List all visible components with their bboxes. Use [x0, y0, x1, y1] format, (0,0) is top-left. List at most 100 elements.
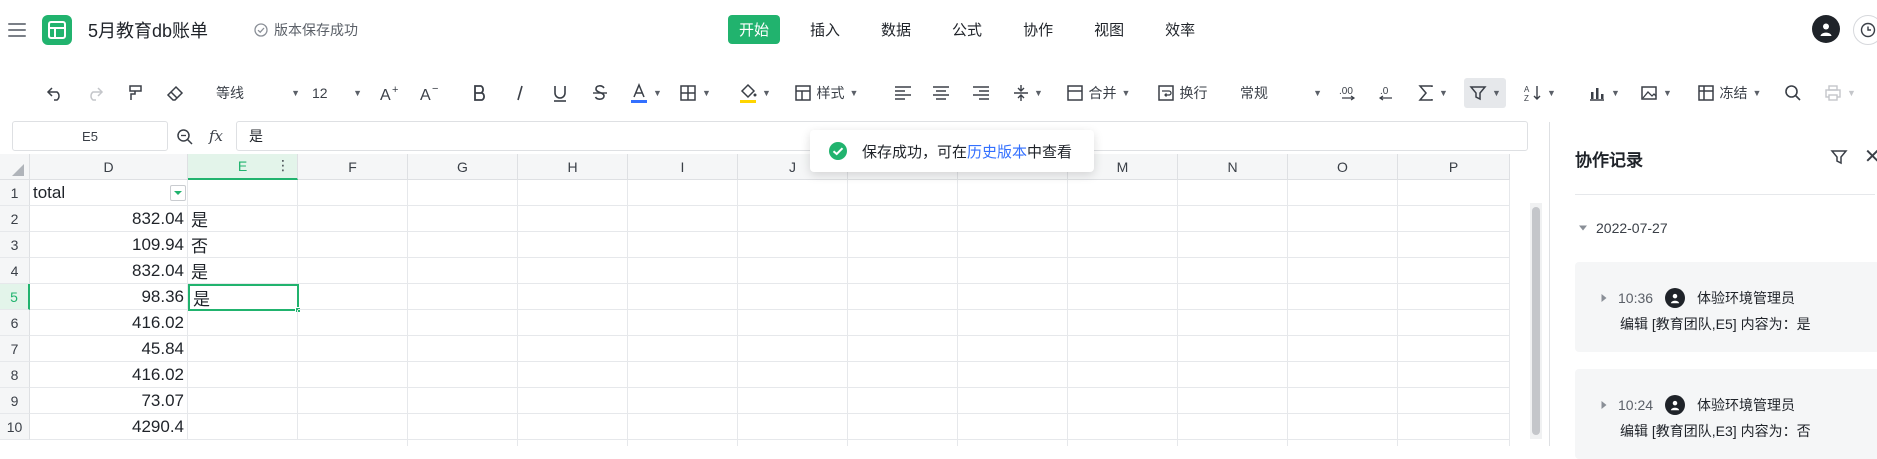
vertical-align-button[interactable]: ▼ — [1008, 78, 1048, 108]
column-header-F[interactable]: F — [298, 154, 408, 180]
column-header-P[interactable]: P — [1398, 154, 1510, 180]
history-button[interactable] — [1853, 15, 1877, 45]
align-center-button[interactable] — [930, 78, 952, 108]
column-header-E[interactable]: E ⋮ — [188, 154, 298, 180]
italic-button[interactable] — [510, 78, 530, 108]
row-header-2[interactable]: 2 — [0, 206, 30, 232]
record-item[interactable]: 10:36 体验环境管理员 编辑 [教育团队,E5] 内容为：是 — [1575, 262, 1877, 352]
increase-font-button[interactable]: A + — [378, 78, 402, 108]
row-header-6[interactable]: 6 — [0, 310, 30, 336]
align-right-button[interactable] — [970, 78, 992, 108]
tab-data[interactable]: 数据 — [870, 15, 922, 44]
decrease-font-button[interactable]: A − — [418, 78, 442, 108]
row-header-10[interactable]: 10 — [0, 414, 30, 440]
history-version-link[interactable]: 历史版本 — [967, 141, 1027, 162]
tab-view[interactable]: 视图 — [1083, 15, 1135, 44]
cell-D2[interactable]: 832.04 — [30, 206, 188, 232]
tab-formula[interactable]: 公式 — [941, 15, 993, 44]
record-description: 编辑 [教育团队,E5] 内容为：是 — [1620, 316, 1811, 332]
chart-button[interactable]: ▼ — [1584, 78, 1624, 108]
row-header-3[interactable]: 3 — [0, 232, 30, 258]
sheet-app-icon[interactable] — [42, 15, 72, 45]
column-header-D[interactable]: D — [30, 154, 188, 180]
row-header-1[interactable]: 1 — [0, 180, 30, 206]
cell-style-button[interactable]: 样式 ▼ — [790, 78, 862, 108]
cell-D1[interactable]: total — [30, 180, 188, 206]
chevron-down-icon: ▼ — [702, 88, 711, 98]
column-header-N[interactable]: N — [1178, 154, 1288, 180]
column-header-O[interactable]: O — [1288, 154, 1398, 180]
decrease-decimal-button[interactable]: .0 — [1374, 78, 1398, 108]
tab-collaborate[interactable]: 协作 — [1012, 15, 1064, 44]
cell-D7[interactable]: 45.84 — [30, 336, 188, 362]
format-painter-button[interactable] — [124, 78, 146, 108]
increase-decimal-button[interactable]: .00 — [1336, 78, 1360, 108]
cell-name-box[interactable]: E5 — [12, 121, 168, 151]
cell-E5-selected[interactable]: 是 — [188, 284, 299, 311]
menu-icon[interactable] — [8, 23, 26, 37]
cell-D3[interactable]: 109.94 — [30, 232, 188, 258]
cell-D4[interactable]: 832.04 — [30, 258, 188, 284]
formula-zoom-button[interactable] — [176, 128, 194, 151]
user-avatar[interactable] — [1812, 15, 1840, 43]
strikethrough-button[interactable] — [590, 78, 610, 108]
border-button[interactable]: ▼ — [676, 78, 714, 108]
align-left-button[interactable] — [892, 78, 914, 108]
number-format-select[interactable]: 常规 ▼ — [1240, 78, 1322, 108]
cell-E8[interactable] — [188, 362, 298, 388]
cell-E4[interactable]: 是 — [188, 258, 298, 284]
vertical-scrollbar[interactable] — [1530, 203, 1542, 439]
font-size-select[interactable]: 12 ▼ — [312, 78, 362, 108]
select-all-corner[interactable] — [0, 154, 30, 180]
sum-button[interactable]: ▼ — [1414, 78, 1452, 108]
find-button[interactable] — [1782, 78, 1804, 108]
fill-color-button[interactable]: ▼ — [736, 78, 774, 108]
document-title[interactable]: 5月教育db账单 — [88, 17, 208, 43]
cell-E10[interactable] — [188, 414, 298, 440]
tab-efficiency[interactable]: 效率 — [1154, 15, 1206, 44]
tab-insert[interactable]: 插入 — [799, 15, 851, 44]
column-filter-button[interactable] — [170, 185, 186, 201]
cell-D10[interactable]: 4290.4 — [30, 414, 188, 440]
freeze-button[interactable]: 冻结 ▼ — [1692, 78, 1766, 108]
cell-D8[interactable]: 416.02 — [30, 362, 188, 388]
scrollbar-thumb[interactable] — [1532, 207, 1540, 435]
cell-D9[interactable]: 73.07 — [30, 388, 188, 414]
column-menu-icon[interactable]: ⋮ — [276, 157, 290, 174]
cell-E1[interactable] — [188, 180, 298, 206]
column-header-I[interactable]: I — [628, 154, 738, 180]
column-header-H[interactable]: H — [518, 154, 628, 180]
tab-start[interactable]: 开始 — [728, 15, 781, 44]
redo-button[interactable] — [84, 78, 106, 108]
underline-button[interactable] — [550, 78, 570, 108]
date-group-header[interactable]: 2022-07-27 — [1578, 220, 1668, 236]
merge-cells-button[interactable]: 合并 ▼ — [1062, 78, 1134, 108]
row-header-4[interactable]: 4 — [0, 258, 30, 284]
cell-E9[interactable] — [188, 388, 298, 414]
font-color-button[interactable]: ▼ — [628, 78, 664, 108]
sort-button[interactable]: AZ ▼ — [1520, 78, 1560, 108]
cell-E3[interactable]: 否 — [188, 232, 298, 258]
cell-E6[interactable] — [188, 310, 298, 336]
cell-E7[interactable] — [188, 336, 298, 362]
align-right-icon — [973, 86, 989, 100]
insert-image-button[interactable]: ▼ — [1636, 78, 1676, 108]
wrap-text-button[interactable]: 换行 — [1152, 78, 1212, 108]
row-header-9[interactable]: 9 — [0, 388, 30, 414]
row-header-8[interactable]: 8 — [0, 362, 30, 388]
cell-E2[interactable]: 是 — [188, 206, 298, 232]
filter-button[interactable]: ▼ — [1464, 78, 1506, 108]
row-header-5[interactable]: 5 — [0, 284, 30, 310]
cell-D6[interactable]: 416.02 — [30, 310, 188, 336]
column-header-G[interactable]: G — [408, 154, 518, 180]
font-name-select[interactable]: 等线 ▼ — [216, 78, 300, 108]
cell-D5[interactable]: 98.36 — [30, 284, 188, 310]
clear-format-button[interactable] — [164, 78, 186, 108]
close-icon[interactable]: ✕ — [1864, 144, 1877, 169]
row-header-7[interactable]: 7 — [0, 336, 30, 362]
fx-icon[interactable]: fx — [209, 127, 223, 145]
print-button[interactable]: ▼ — [1820, 78, 1860, 108]
bold-button[interactable] — [470, 78, 490, 108]
undo-button[interactable] — [44, 78, 66, 108]
panel-filter-button[interactable] — [1830, 148, 1848, 171]
